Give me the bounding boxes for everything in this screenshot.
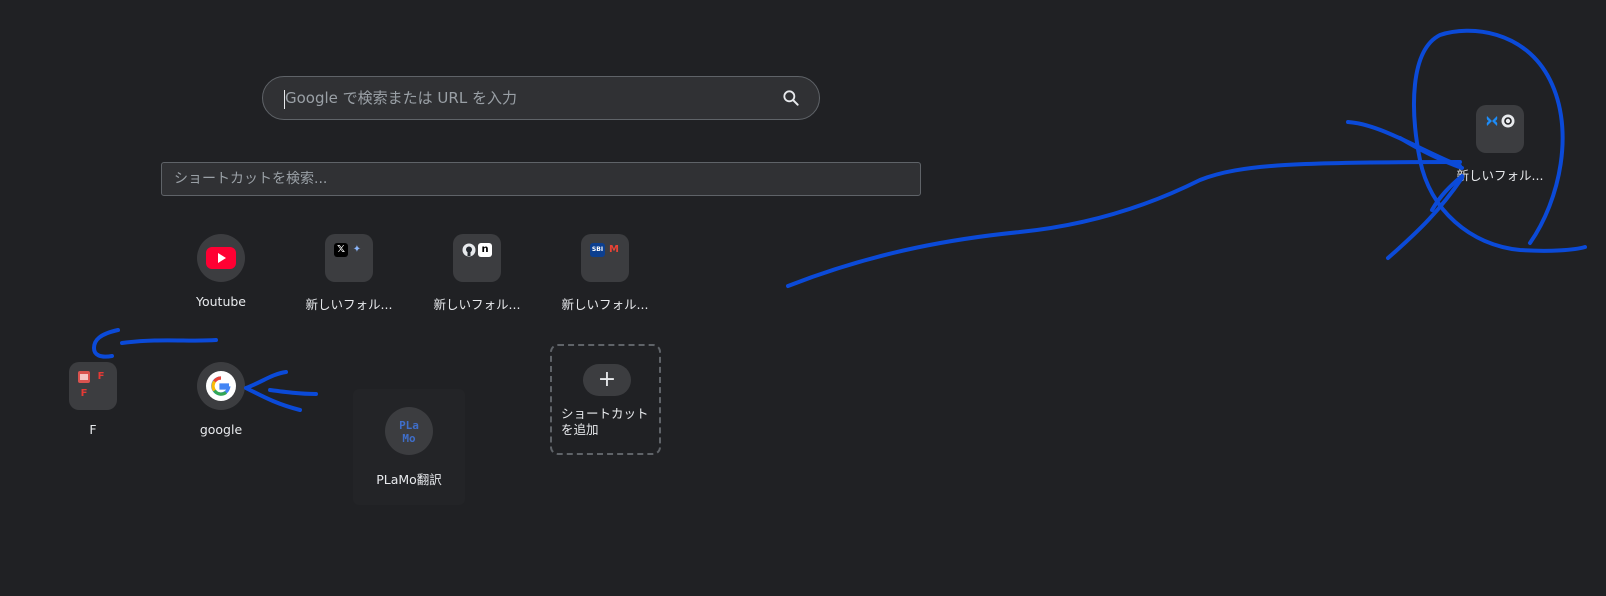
- google-icon: [206, 371, 236, 401]
- folder-icon: n: [453, 234, 501, 282]
- shortcut-google[interactable]: google: [165, 362, 277, 474]
- shortcut-search-input[interactable]: [174, 163, 904, 195]
- plus-icon: +: [583, 364, 631, 396]
- add-shortcut-button[interactable]: + ショートカットを追加: [550, 344, 661, 455]
- plamo-icon: PLa Mo: [399, 419, 419, 445]
- notion-icon: n: [478, 243, 492, 257]
- shortcut-label: 新しいフォル...: [1456, 168, 1544, 183]
- folder-icon: F F: [69, 362, 117, 410]
- sbi-icon: SBI: [590, 243, 605, 257]
- youtube-icon: [206, 247, 236, 269]
- youtube-icon-wrap: [197, 234, 245, 282]
- google-icon-wrap: [197, 362, 245, 410]
- shortcut-folder-f[interactable]: F F F: [37, 362, 149, 474]
- shortcut-search-field[interactable]: [161, 162, 921, 196]
- pdf-icon: [78, 371, 90, 383]
- folder-icon: [1476, 105, 1524, 153]
- search-icon[interactable]: [781, 88, 801, 108]
- shortcut-label: PLaMo翻訳: [376, 472, 442, 487]
- shortcut-label: Youtube: [196, 294, 246, 309]
- x-icon: 𝕏: [334, 243, 348, 257]
- svg-text:PLa: PLa: [399, 419, 419, 432]
- search-input[interactable]: [285, 77, 765, 119]
- shortcut-label: 新しいフォル...: [305, 297, 393, 312]
- shortcut-folder-sbi[interactable]: SBI M 新しいフォル...: [549, 234, 661, 346]
- shortcut-label: F: [89, 422, 97, 437]
- shortcut-label: 新しいフォル...: [561, 297, 649, 312]
- shortcut-folder-x[interactable]: 𝕏 ✦ 新しいフォル...: [293, 234, 405, 346]
- shortcut-plamo[interactable]: PLa Mo PLaMo翻訳: [353, 389, 465, 505]
- svg-text:Mo: Mo: [402, 432, 416, 445]
- plamo-icon-wrap: PLa Mo: [385, 407, 433, 455]
- new-tab-page: Youtube 𝕏 ✦ 新しいフォル... n 新しいフォル... SBI M …: [0, 0, 1606, 596]
- shortcut-folder-right[interactable]: 新しいフォル...: [1444, 105, 1556, 217]
- shortcut-label: 新しいフォル...: [433, 297, 521, 312]
- search-box[interactable]: [262, 76, 820, 120]
- gmail-icon: M: [609, 244, 619, 255]
- shortcut-youtube[interactable]: Youtube: [165, 234, 277, 346]
- butterfly-icon: [1486, 116, 1498, 126]
- add-shortcut-label: ショートカットを追加: [561, 406, 649, 437]
- folder-icon: 𝕏 ✦: [325, 234, 373, 282]
- f-icon: F: [97, 371, 105, 382]
- gemini-icon: ✦: [352, 244, 362, 255]
- folder-icon: SBI M: [581, 234, 629, 282]
- f-icon: F: [80, 388, 88, 399]
- openai-icon: [1501, 114, 1515, 128]
- github-icon: [462, 243, 476, 257]
- shortcut-label: google: [199, 422, 243, 437]
- shortcut-folder-github[interactable]: n 新しいフォル...: [421, 234, 533, 346]
